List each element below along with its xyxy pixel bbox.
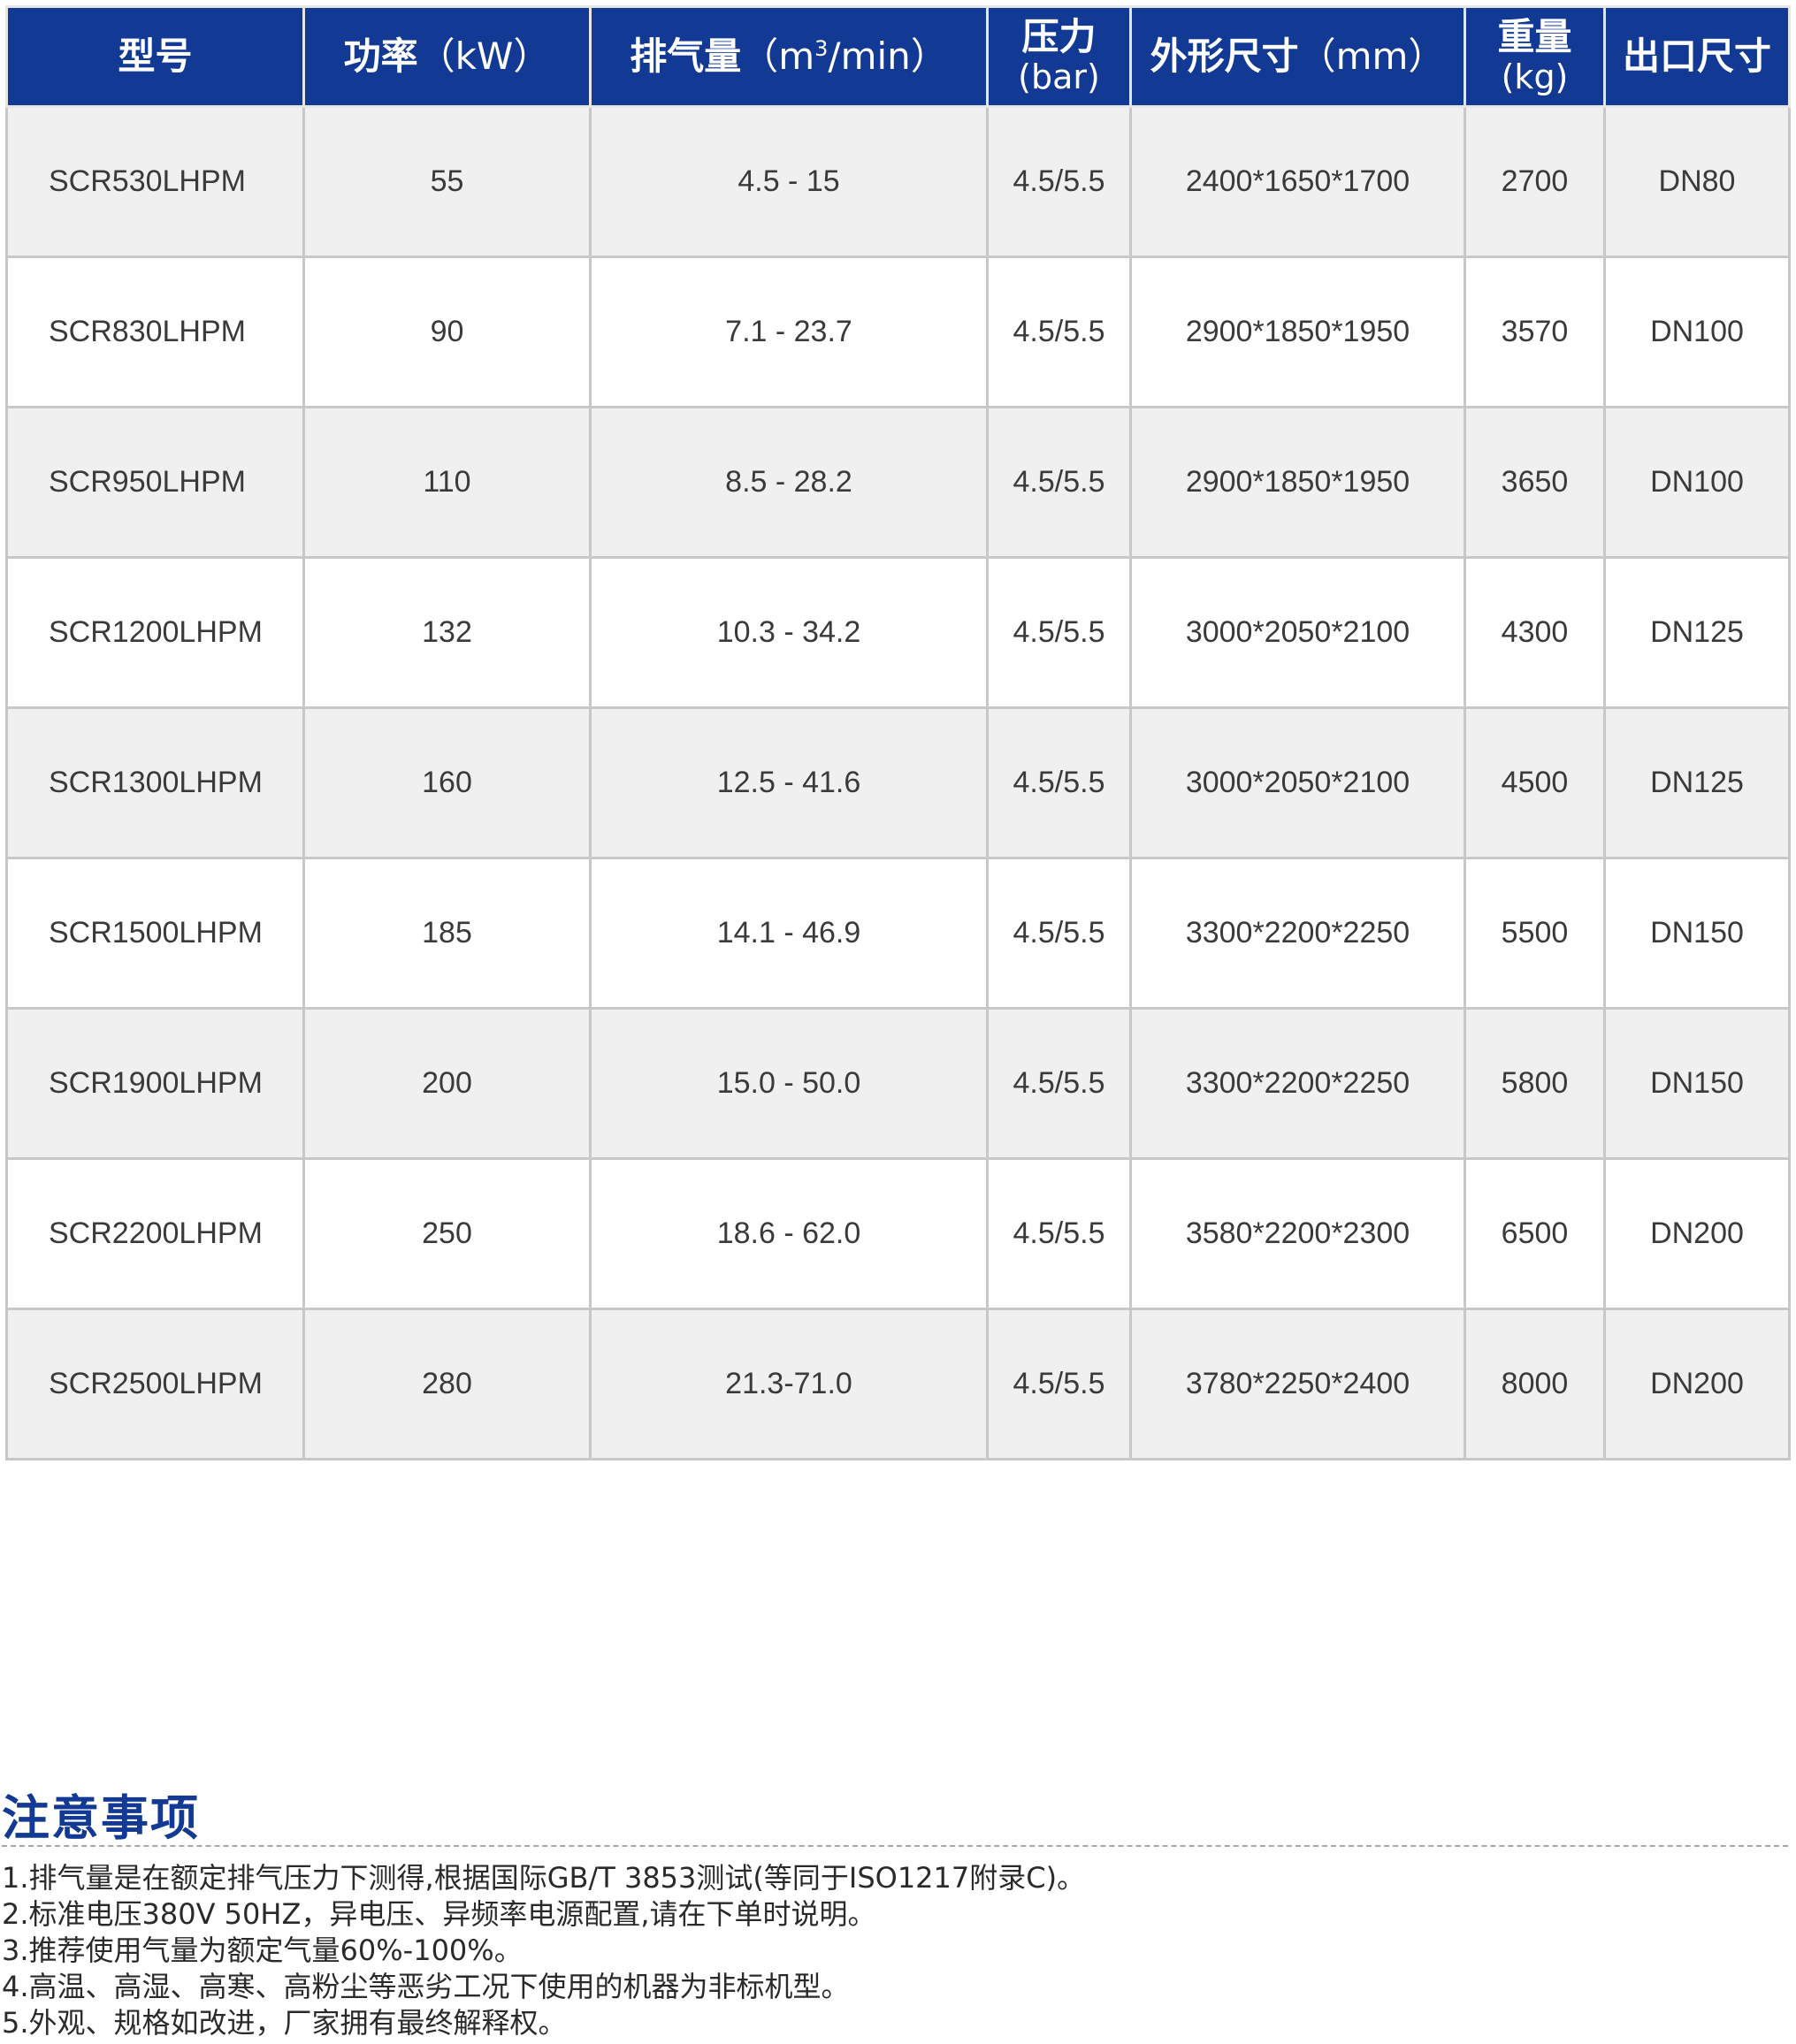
table-row: SCR1500LHPM 185 14.1 - 46.9 4.5/5.5 3300… [5, 857, 1791, 1010]
cell-weight: 8000 [1464, 1308, 1606, 1461]
notes-divider [2, 1845, 1788, 1847]
cell-model: SCR2200LHPM [5, 1157, 305, 1310]
header-flow: 排气量（m3/min） [589, 5, 989, 108]
notes-heading: 注意事项 [2, 1790, 200, 1846]
cell-outlet: DN125 [1603, 556, 1791, 709]
cell-outlet: DN150 [1603, 1007, 1791, 1160]
cell-outlet: DN100 [1603, 256, 1791, 408]
cell-pressure: 4.5/5.5 [986, 1007, 1132, 1160]
cell-model: SCR1300LHPM [5, 706, 305, 859]
table-row: SCR830LHPM 90 7.1 - 23.7 4.5/5.5 2900*18… [5, 256, 1791, 408]
cell-pressure: 4.5/5.5 [986, 706, 1132, 859]
header-power: 功率（kW） [302, 5, 592, 108]
cell-pressure: 4.5/5.5 [986, 256, 1132, 408]
cell-model: SCR950LHPM [5, 406, 305, 559]
cell-pressure: 4.5/5.5 [986, 1157, 1132, 1310]
cell-dimensions: 3300*2200*2250 [1129, 1007, 1466, 1160]
cell-flow: 7.1 - 23.7 [589, 256, 989, 408]
note-item: 4.高温、高湿、高寒、高粉尘等恶劣工况下使用的机器为非标机型。 [2, 1970, 850, 2003]
cell-flow: 10.3 - 34.2 [589, 556, 989, 709]
table-header-row: 型号 功率（kW） 排气量（m3/min） 压力 (bar) 外形尺寸（mm） 重… [5, 5, 1791, 108]
cell-pressure: 4.5/5.5 [986, 1308, 1132, 1461]
cell-flow: 21.3-71.0 [589, 1308, 989, 1461]
cell-pressure: 4.5/5.5 [986, 857, 1132, 1010]
cell-dimensions: 3000*2050*2100 [1129, 556, 1466, 709]
note-item: 1.排气量是在额定排气压力下测得,根据国际GB/T 3853测试(等同于ISO1… [2, 1861, 1086, 1895]
cell-model: SCR1200LHPM [5, 556, 305, 709]
cell-model: SCR1900LHPM [5, 1007, 305, 1160]
cell-flow: 15.0 - 50.0 [589, 1007, 989, 1160]
header-weight: 重量 (kg) [1464, 5, 1606, 108]
header-model: 型号 [5, 5, 305, 108]
notes-list: 1.排气量是在额定排气压力下测得,根据国际GB/T 3853测试(等同于ISO1… [2, 1860, 1788, 2041]
cell-weight: 3650 [1464, 406, 1606, 559]
cell-dimensions: 2900*1850*1950 [1129, 256, 1466, 408]
cell-pressure: 4.5/5.5 [986, 105, 1132, 258]
cell-power: 132 [302, 556, 592, 709]
header-outlet: 出口尺寸 [1603, 5, 1791, 108]
cell-power: 110 [302, 406, 592, 559]
cell-flow: 14.1 - 46.9 [589, 857, 989, 1010]
cell-power: 160 [302, 706, 592, 859]
cell-power: 55 [302, 105, 592, 258]
table-row: SCR2500LHPM 280 21.3-71.0 4.5/5.5 3780*2… [5, 1308, 1791, 1461]
cell-model: SCR2500LHPM [5, 1308, 305, 1461]
table-row: SCR1300LHPM 160 12.5 - 41.6 4.5/5.5 3000… [5, 706, 1791, 859]
cell-weight: 4300 [1464, 556, 1606, 709]
cell-dimensions: 3780*2250*2400 [1129, 1308, 1466, 1461]
cell-dimensions: 2900*1850*1950 [1129, 406, 1466, 559]
cell-outlet: DN100 [1603, 406, 1791, 559]
cell-outlet: DN80 [1603, 105, 1791, 258]
cell-weight: 5500 [1464, 857, 1606, 1010]
cell-outlet: DN200 [1603, 1308, 1791, 1461]
cell-model: SCR830LHPM [5, 256, 305, 408]
table-row: SCR2200LHPM 250 18.6 - 62.0 4.5/5.5 3580… [5, 1157, 1791, 1310]
table-row: SCR950LHPM 110 8.5 - 28.2 4.5/5.5 2900*1… [5, 406, 1791, 559]
cell-weight: 2700 [1464, 105, 1606, 258]
table-row: SCR1200LHPM 132 10.3 - 34.2 4.5/5.5 3000… [5, 556, 1791, 709]
cell-power: 280 [302, 1308, 592, 1461]
cell-flow: 8.5 - 28.2 [589, 406, 989, 559]
note-item: 2.标准电压380V 50HZ，异电压、异频率电源配置,请在下单时说明。 [2, 1897, 876, 1931]
cell-dimensions: 2400*1650*1700 [1129, 105, 1466, 258]
table-row: SCR1900LHPM 200 15.0 - 50.0 4.5/5.5 3300… [5, 1007, 1791, 1160]
header-pressure: 压力 (bar) [986, 5, 1132, 108]
cell-weight: 6500 [1464, 1157, 1606, 1310]
cell-power: 250 [302, 1157, 592, 1310]
cell-flow: 4.5 - 15 [589, 105, 989, 258]
cell-power: 200 [302, 1007, 592, 1160]
spec-table: 型号 功率（kW） 排气量（m3/min） 压力 (bar) 外形尺寸（mm） 重… [5, 5, 1791, 1461]
cell-flow: 12.5 - 41.6 [589, 706, 989, 859]
note-item: 5.外观、规格如改进，厂家拥有最终解释权。 [2, 2006, 567, 2040]
cell-dimensions: 3000*2050*2100 [1129, 706, 1466, 859]
note-item: 3.推荐使用气量为额定气量60%-100%。 [2, 1933, 523, 1967]
cell-flow: 18.6 - 62.0 [589, 1157, 989, 1310]
cell-model: SCR1500LHPM [5, 857, 305, 1010]
cell-model: SCR530LHPM [5, 105, 305, 258]
cell-outlet: DN200 [1603, 1157, 1791, 1310]
cell-power: 90 [302, 256, 592, 408]
cell-outlet: DN150 [1603, 857, 1791, 1010]
cell-dimensions: 3300*2200*2250 [1129, 857, 1466, 1010]
cell-outlet: DN125 [1603, 706, 1791, 859]
header-dimensions: 外形尺寸（mm） [1129, 5, 1466, 108]
cell-dimensions: 3580*2200*2300 [1129, 1157, 1466, 1310]
cell-power: 185 [302, 857, 592, 1010]
cell-weight: 4500 [1464, 706, 1606, 859]
cell-weight: 3570 [1464, 256, 1606, 408]
table-row: SCR530LHPM 55 4.5 - 15 4.5/5.5 2400*1650… [5, 105, 1791, 258]
cell-weight: 5800 [1464, 1007, 1606, 1160]
cell-pressure: 4.5/5.5 [986, 406, 1132, 559]
cell-pressure: 4.5/5.5 [986, 556, 1132, 709]
